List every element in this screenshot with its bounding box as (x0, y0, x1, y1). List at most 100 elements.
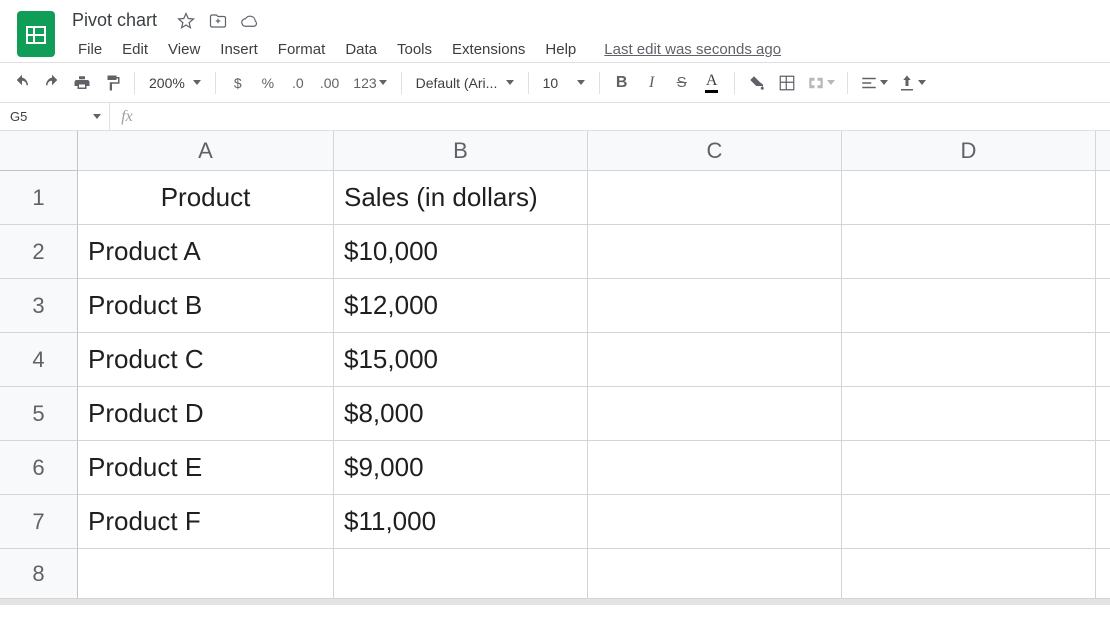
cell-C7[interactable] (588, 495, 842, 549)
menu-format[interactable]: Format (268, 37, 336, 62)
zoom-select[interactable]: 200% (143, 75, 207, 91)
font-family-select[interactable]: Default (Ari... (410, 70, 520, 96)
cell-D4[interactable] (842, 333, 1096, 387)
menu-insert[interactable]: Insert (210, 37, 268, 62)
last-edit-link[interactable]: Last edit was seconds ago (604, 41, 781, 58)
cell-C2[interactable] (588, 225, 842, 279)
chevron-down-icon (827, 80, 835, 85)
font-size-select[interactable]: 10 (537, 70, 591, 96)
cell-E1[interactable] (1096, 171, 1110, 225)
move-icon[interactable] (209, 12, 227, 30)
row-header-8[interactable]: 8 (0, 549, 78, 599)
horizontal-align-button[interactable] (856, 69, 892, 97)
cell-D3[interactable] (842, 279, 1096, 333)
increase-decimal-button[interactable]: .00 (314, 69, 345, 97)
redo-button[interactable] (38, 69, 66, 97)
undo-button[interactable] (8, 69, 36, 97)
cell-D5[interactable] (842, 387, 1096, 441)
cell-B3[interactable]: $12,000 (334, 279, 588, 333)
name-box[interactable]: G5 (0, 103, 110, 130)
cell-A8[interactable] (78, 549, 334, 599)
chevron-down-icon (880, 80, 888, 85)
fill-color-button[interactable] (743, 69, 771, 97)
cell-A3[interactable]: Product B (78, 279, 334, 333)
col-header-B[interactable]: B (334, 131, 588, 171)
document-title[interactable]: Pivot chart (68, 8, 161, 33)
cell-D7[interactable] (842, 495, 1096, 549)
row-header-4[interactable]: 4 (0, 333, 78, 387)
cell-B1[interactable]: Sales (in dollars) (334, 171, 588, 225)
bold-button[interactable]: B (608, 69, 636, 97)
cell-A4[interactable]: Product C (78, 333, 334, 387)
cell-D8[interactable] (842, 549, 1096, 599)
cell-B6[interactable]: $9,000 (334, 441, 588, 495)
decrease-decimal-button[interactable]: .0 (284, 69, 312, 97)
more-formats-button[interactable]: 123 (347, 69, 392, 97)
font-size-value: 10 (543, 75, 559, 91)
sheet-bottom-edge (0, 599, 1110, 605)
cloud-status-icon[interactable] (241, 12, 259, 30)
row-header-7[interactable]: 7 (0, 495, 78, 549)
vertical-align-button[interactable] (894, 69, 930, 97)
star-icon[interactable] (177, 12, 195, 30)
menu-view[interactable]: View (158, 37, 210, 62)
cell-E5[interactable] (1096, 387, 1110, 441)
print-button[interactable] (68, 69, 96, 97)
sheets-logo[interactable] (10, 8, 62, 60)
cell-A1[interactable]: Product (78, 171, 334, 225)
menu-edit[interactable]: Edit (112, 37, 158, 62)
chevron-down-icon (577, 80, 585, 85)
cell-E2[interactable] (1096, 225, 1110, 279)
cell-C3[interactable] (588, 279, 842, 333)
col-header-D[interactable]: D (842, 131, 1096, 171)
cell-B8[interactable] (334, 549, 588, 599)
cell-D6[interactable] (842, 441, 1096, 495)
text-color-button[interactable]: A (698, 69, 726, 97)
row-header-3[interactable]: 3 (0, 279, 78, 333)
cell-E3[interactable] (1096, 279, 1110, 333)
cell-E6[interactable] (1096, 441, 1110, 495)
borders-button[interactable] (773, 69, 801, 97)
chevron-down-icon (193, 80, 201, 85)
cell-A2[interactable]: Product A (78, 225, 334, 279)
cell-A7[interactable]: Product F (78, 495, 334, 549)
row-header-2[interactable]: 2 (0, 225, 78, 279)
cell-B4[interactable]: $15,000 (334, 333, 588, 387)
cell-B7[interactable]: $11,000 (334, 495, 588, 549)
cell-C5[interactable] (588, 387, 842, 441)
active-cell-ref: G5 (10, 109, 27, 124)
cell-C4[interactable] (588, 333, 842, 387)
format-currency-button[interactable]: $ (224, 69, 252, 97)
select-all-corner[interactable] (0, 131, 78, 171)
col-header-A[interactable]: A (78, 131, 334, 171)
italic-button[interactable]: I (638, 69, 666, 97)
cell-B5[interactable]: $8,000 (334, 387, 588, 441)
row-header-6[interactable]: 6 (0, 441, 78, 495)
menu-help[interactable]: Help (535, 37, 586, 62)
menu-data[interactable]: Data (335, 37, 387, 62)
merge-cells-button[interactable] (803, 69, 839, 97)
format-percent-button[interactable]: % (254, 69, 282, 97)
menu-tools[interactable]: Tools (387, 37, 442, 62)
cell-E8[interactable] (1096, 549, 1110, 599)
cell-E4[interactable] (1096, 333, 1110, 387)
cell-C8[interactable] (588, 549, 842, 599)
col-header-overflow (1096, 131, 1110, 171)
row-header-1[interactable]: 1 (0, 171, 78, 225)
font-family-value: Default (Ari... (416, 75, 498, 91)
col-header-C[interactable]: C (588, 131, 842, 171)
cell-B2[interactable]: $10,000 (334, 225, 588, 279)
cell-C1[interactable] (588, 171, 842, 225)
strikethrough-button[interactable]: S (668, 69, 696, 97)
cell-C6[interactable] (588, 441, 842, 495)
cell-D2[interactable] (842, 225, 1096, 279)
cell-E7[interactable] (1096, 495, 1110, 549)
cell-A6[interactable]: Product E (78, 441, 334, 495)
paint-format-button[interactable] (98, 69, 126, 97)
cell-A5[interactable]: Product D (78, 387, 334, 441)
menu-file[interactable]: File (68, 37, 112, 62)
cell-D1[interactable] (842, 171, 1096, 225)
row-header-5[interactable]: 5 (0, 387, 78, 441)
formula-input[interactable] (144, 108, 1110, 125)
menu-extensions[interactable]: Extensions (442, 37, 535, 62)
